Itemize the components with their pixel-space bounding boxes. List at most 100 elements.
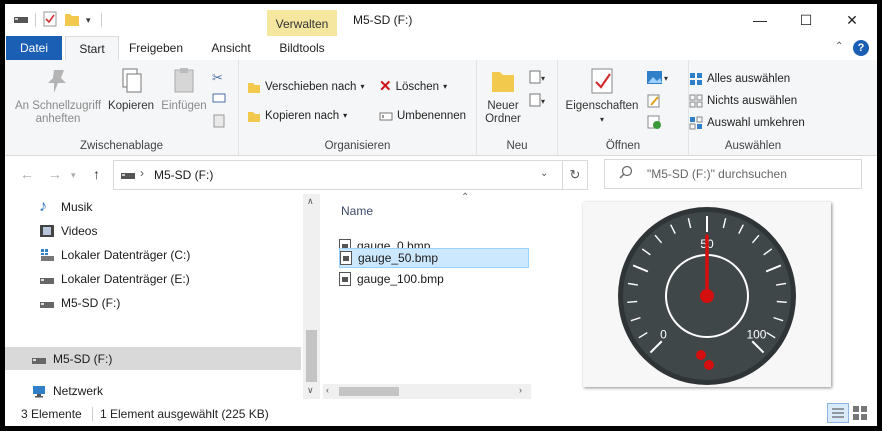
paste-shortcut-icon[interactable] [212, 113, 226, 132]
copy-button[interactable]: Kopieren [105, 66, 157, 113]
window-title: M5-SD (F:) [353, 13, 413, 27]
name-column-header[interactable]: Name [341, 204, 373, 218]
help-icon[interactable]: ? [853, 40, 869, 56]
scroll-down-icon[interactable]: ∨ [307, 385, 314, 396]
recent-chevron-icon[interactable]: ▾ [71, 170, 76, 181]
gauge-label: 100 [746, 327, 766, 341]
open-image-icon[interactable]: ▾ [646, 70, 672, 89]
scroll-left-icon[interactable]: ‹ [326, 385, 329, 395]
edit-icon[interactable] [646, 93, 662, 112]
history-icon[interactable] [646, 114, 662, 133]
status-bar: 3 Elemente 1 Element ausgewählt (225 KB) [5, 402, 877, 426]
nav-item-drive-f-root[interactable]: M5-SD (F:) [5, 347, 301, 370]
large-icons-view-icon[interactable] [851, 404, 869, 425]
organize-group-label: Organisieren [324, 140, 391, 152]
select-all-button[interactable]: Alles auswählen [689, 69, 790, 89]
nav-item-label: Lokaler Datenträger (C:) [61, 247, 191, 262]
nav-item-drive-c[interactable]: Lokaler Datenträger (C:) [5, 243, 301, 266]
file-list-hscrollbar[interactable]: ‹ › [323, 384, 531, 399]
move-to-button[interactable]: Verschieben nach ▾ [247, 77, 364, 97]
forward-arrow-icon[interactable]: → [48, 166, 62, 182]
chevron-down-icon[interactable]: ▾ [86, 15, 91, 26]
sort-chevron-icon: ⌃ [461, 192, 470, 203]
gauge-preview-image: 050100 [618, 207, 796, 385]
copy-path-icon[interactable] [212, 92, 226, 107]
delete-label: Löschen [395, 81, 440, 93]
file-name: gauge_100.bmp [357, 272, 444, 286]
close-button[interactable]: ✕ [829, 4, 875, 36]
select-none-label: Nichts auswählen [707, 95, 798, 107]
nav-item-label: M5-SD (F:) [53, 351, 113, 366]
copy-to-label: Kopieren nach [265, 110, 340, 122]
separator [100, 13, 102, 27]
details-view-icon[interactable] [827, 403, 849, 423]
tab-picture-tools[interactable]: Bildtools [267, 36, 337, 60]
refresh-icon[interactable]: ↻ [562, 161, 587, 189]
properties-button[interactable]: Eigenschaften ▾ [562, 66, 642, 126]
pin-quick-access-button[interactable]: An Schnellzugriff anheften [13, 66, 103, 126]
breadcrumb[interactable]: M5-SD (F:) [154, 168, 213, 182]
invert-selection-label: Auswahl umkehren [707, 117, 805, 129]
up-arrow-icon[interactable]: ↑ [93, 166, 100, 182]
nav-item-label: M5-SD (F:) [61, 295, 121, 310]
search-box[interactable]: "M5-SD (F:)" durchsuchen [604, 159, 862, 189]
new-item-icon[interactable]: ▾ [529, 70, 547, 87]
paste-label: Einfügen [161, 100, 207, 112]
chevron-down-icon: ▾ [599, 115, 604, 124]
video-icon [39, 223, 55, 239]
file-item-selected[interactable]: gauge_50.bmp [339, 248, 529, 268]
nav-item-videos[interactable]: Videos [5, 219, 301, 242]
scrollbar-thumb[interactable] [306, 330, 317, 382]
paste-button[interactable]: Einfügen [157, 66, 211, 113]
nav-item-drive-e[interactable]: Lokaler Datenträger (E:) [5, 267, 301, 290]
nav-item-music[interactable]: ♪ Musik [5, 195, 301, 218]
gauge-label: 0 [660, 327, 667, 341]
scroll-up-icon[interactable]: ∧ [307, 196, 314, 207]
address-dropdown-icon[interactable]: ⌄ [540, 168, 548, 179]
address-bar[interactable]: › M5-SD (F:) ⌄ ↻ [113, 160, 588, 190]
delete-button[interactable]: ✕ Löschen ▾ [379, 77, 447, 97]
nav-item-network[interactable]: Netzwerk [5, 379, 301, 402]
invert-selection-button[interactable]: Auswahl umkehren [689, 113, 805, 133]
ribbon: An Schnellzugriff anheften Kopieren Einf… [5, 60, 877, 156]
rename-icon [379, 109, 393, 123]
svg-text:▾: ▾ [664, 74, 668, 83]
pin-icon [44, 66, 72, 96]
drive-icon [120, 169, 136, 184]
gauge-tick [627, 300, 638, 303]
search-input[interactable]: "M5-SD (F:)" durchsuchen [647, 167, 787, 181]
properties-check-icon[interactable] [42, 11, 58, 30]
back-arrow-icon[interactable]: ← [20, 166, 34, 182]
manage-context-tab[interactable]: Verwalten [267, 10, 337, 38]
nav-pane-scrollbar[interactable]: ∧ ∨ [303, 194, 320, 399]
cut-icon[interactable]: ✂ [212, 70, 223, 86]
copy-to-button[interactable]: Kopieren nach ▾ [247, 106, 347, 126]
select-none-icon [689, 94, 703, 108]
tab-file[interactable]: Datei [6, 36, 62, 60]
easy-access-icon[interactable]: ▾ [529, 93, 547, 110]
chevron-down-icon: ▾ [343, 111, 348, 120]
nav-item-drive-f[interactable]: M5-SD (F:) [5, 291, 301, 314]
properties-label: Eigenschaften [565, 100, 639, 112]
scrollbar-thumb[interactable] [339, 387, 399, 396]
maximize-button[interactable]: ☐ [783, 4, 829, 36]
scroll-right-icon[interactable]: › [519, 385, 522, 395]
nav-item-label: Videos [61, 223, 98, 238]
tab-start[interactable]: Start [65, 36, 119, 61]
file-item[interactable]: gauge_100.bmp [339, 269, 529, 289]
paste-icon [170, 66, 198, 96]
new-folder-button[interactable]: Neuer Ordner [481, 66, 525, 126]
tab-share[interactable]: Freigeben [123, 36, 189, 60]
rename-button[interactable]: Umbenennen [379, 106, 466, 126]
tab-view[interactable]: Ansicht [201, 36, 261, 60]
minimize-button[interactable]: — [737, 4, 783, 36]
select-none-button[interactable]: Nichts auswählen [689, 91, 797, 111]
rename-label: Umbenennen [397, 110, 467, 122]
maximize-icon: ☐ [799, 12, 813, 28]
delete-icon: ✕ [379, 78, 392, 95]
drive-icon [39, 271, 55, 287]
chevron-up-icon[interactable]: ⌃ [835, 41, 843, 52]
invert-selection-icon [689, 116, 703, 130]
new-folder-icon[interactable] [64, 11, 80, 30]
nav-item-label: Netzwerk [53, 383, 104, 398]
